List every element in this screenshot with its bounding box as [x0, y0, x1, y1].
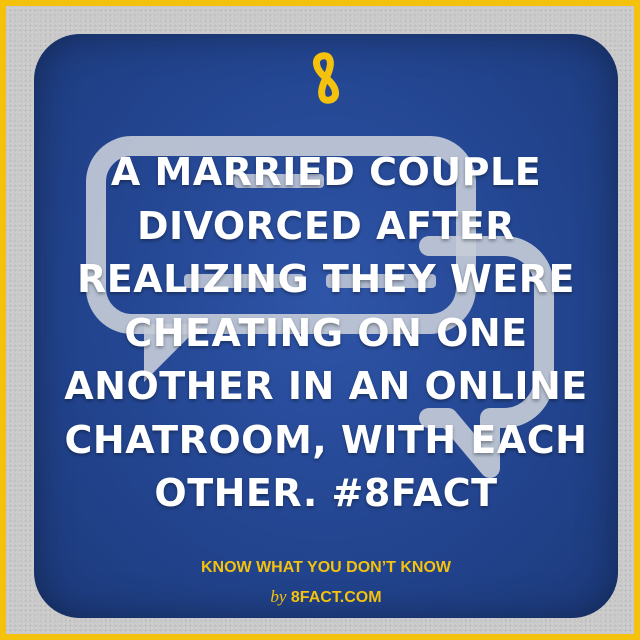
- site-link: 8FACT.COM: [290, 589, 382, 606]
- fact-card: A MARRIED COUPLE DIVORCED AFTER REALIZIN…: [34, 34, 618, 618]
- image-frame: A MARRIED COUPLE DIVORCED AFTER REALIZIN…: [0, 0, 640, 640]
- fact-line: ANOTHER IN AN ONLINE: [64, 364, 588, 408]
- fact-line: REALIZING THEY WERE: [77, 257, 575, 301]
- fact-text: A MARRIED COUPLE DIVORCED AFTER REALIZIN…: [54, 146, 598, 521]
- fact-line: DIVORCED AFTER: [136, 203, 516, 248]
- byline-by: by: [270, 587, 287, 606]
- fact-line: A MARRIED COUPLE: [110, 150, 542, 194]
- fact-line: CHEATING ON ONE: [124, 310, 528, 355]
- fact-line: CHATROOM, WITH EACH: [64, 417, 588, 462]
- fact-line: OTHER. #8FACT: [154, 471, 498, 515]
- byline: by 8FACT.COM: [34, 587, 618, 608]
- tagline: KNOW WHAT YOU DON’T KNOW: [200, 559, 452, 576]
- 8fact-logo-icon: [313, 52, 339, 104]
